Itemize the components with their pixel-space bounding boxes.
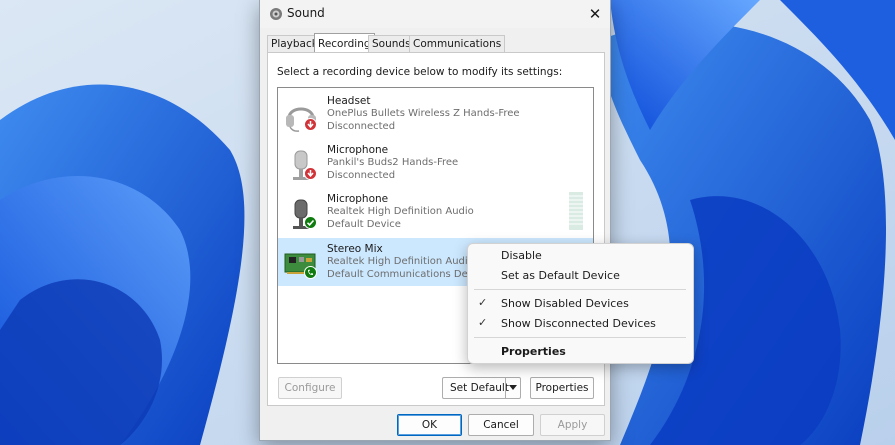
context-menu: Disable Set as Default Device ✓ Show Dis…	[467, 243, 694, 364]
set-default-button[interactable]: Set Default	[442, 377, 521, 399]
menu-item-disable[interactable]: Disable	[501, 249, 542, 262]
menu-item-properties[interactable]: Properties	[501, 345, 566, 358]
window-title: Sound	[287, 6, 325, 20]
device-description: Realtek High Definition Audio	[327, 256, 474, 267]
tab-sounds[interactable]: Sounds	[368, 35, 415, 53]
list-item[interactable]: Microphone Pankil's Buds2 Hands-Free Dis…	[278, 139, 593, 187]
device-name: Stereo Mix	[327, 243, 383, 255]
default-comm-badge-icon	[304, 266, 317, 279]
device-status: Disconnected	[327, 121, 396, 132]
device-status: Default Device	[327, 219, 401, 230]
apply-button[interactable]: Apply	[540, 414, 605, 436]
device-name: Headset	[327, 95, 371, 107]
list-item[interactable]: Microphone Realtek High Definition Audio…	[278, 188, 593, 236]
checkmark-icon: ✓	[478, 296, 488, 309]
disconnected-badge-icon	[304, 167, 317, 180]
properties-button[interactable]: Properties	[530, 377, 594, 399]
tab-communications[interactable]: Communications	[409, 35, 506, 53]
list-item[interactable]: Headset OnePlus Bullets Wireless Z Hands…	[278, 90, 593, 138]
device-description: Pankil's Buds2 Hands-Free	[327, 157, 459, 168]
configure-button[interactable]: Configure	[278, 377, 342, 399]
chevron-down-icon	[509, 385, 517, 390]
menu-separator	[474, 289, 686, 290]
set-default-label: Set Default	[450, 382, 509, 394]
device-status: Default Communications Device	[327, 269, 489, 280]
level-meter	[569, 192, 583, 230]
title-bar[interactable]: Sound ✕	[260, 0, 610, 28]
device-name: Microphone	[327, 144, 389, 156]
device-status: Disconnected	[327, 170, 396, 181]
device-description: Realtek High Definition Audio	[327, 206, 474, 217]
checkmark-icon: ✓	[478, 316, 488, 329]
menu-item-show-disabled[interactable]: Show Disabled Devices	[501, 297, 629, 310]
disconnected-badge-icon	[304, 118, 317, 131]
cancel-button[interactable]: Cancel	[468, 414, 534, 436]
menu-item-show-disconnected[interactable]: Show Disconnected Devices	[501, 317, 656, 330]
instruction-text: Select a recording device below to modif…	[277, 66, 563, 78]
sound-dialog: Sound ✕ Playback Recording Sounds Commun…	[259, 0, 611, 441]
menu-separator	[474, 337, 686, 338]
close-button[interactable]: ✕	[580, 0, 610, 28]
close-icon: ✕	[588, 5, 602, 23]
ok-button[interactable]: OK	[397, 414, 462, 436]
tab-recording[interactable]: Recording	[314, 33, 375, 53]
default-check-badge-icon	[304, 216, 317, 229]
speaker-icon	[270, 8, 282, 20]
device-description: OnePlus Bullets Wireless Z Hands-Free	[327, 108, 520, 119]
dropdown-arrow-button[interactable]	[505, 378, 520, 398]
device-name: Microphone	[327, 193, 389, 205]
menu-item-set-default-device[interactable]: Set as Default Device	[501, 269, 620, 282]
